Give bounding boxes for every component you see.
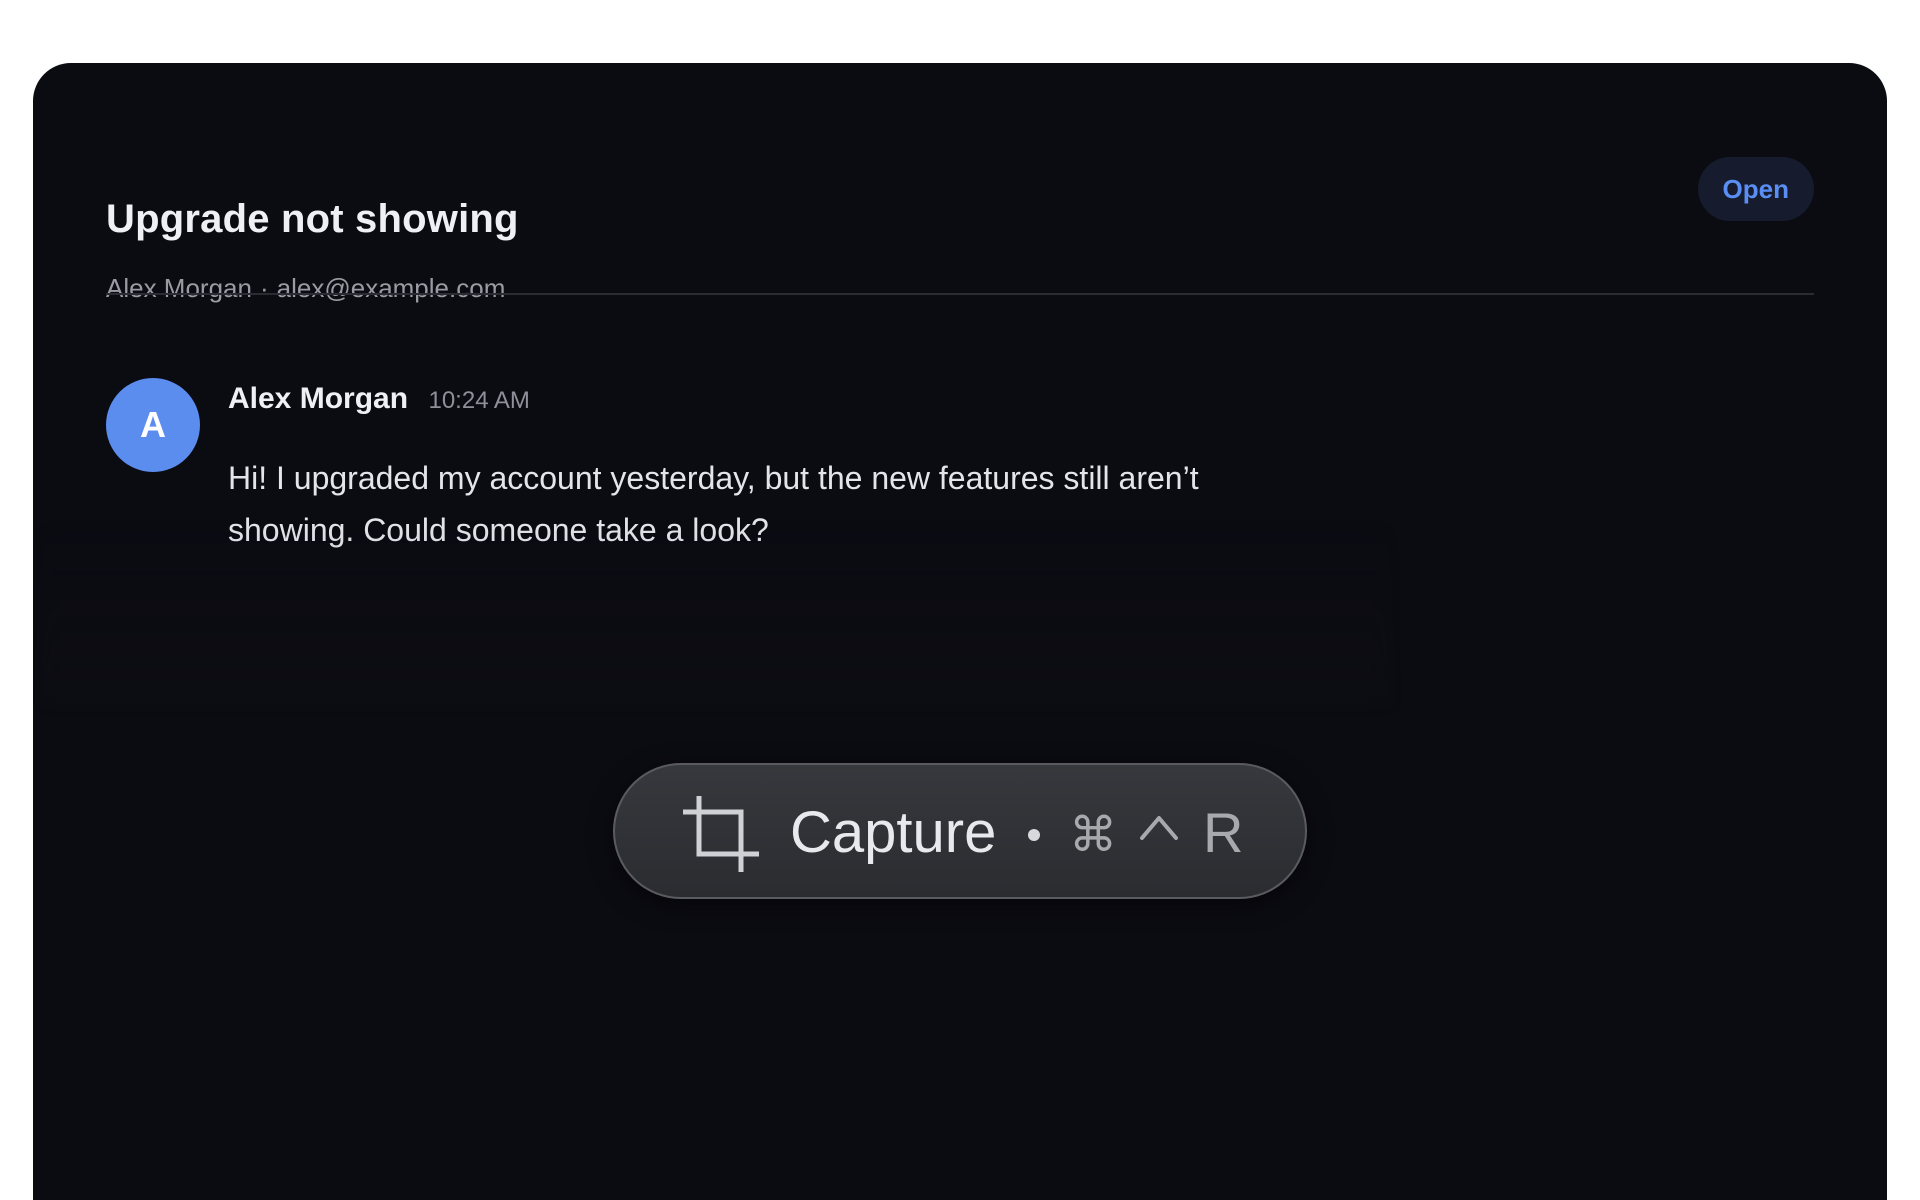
background-shadow-layer (43, 523, 1388, 703)
message-header: Alex Morgan 10:24 AM (228, 382, 530, 416)
customer-email[interactable]: alex@example.com (277, 273, 506, 303)
control-key-icon (1140, 816, 1178, 840)
avatar: A (106, 378, 200, 472)
customer-name: Alex Morgan (106, 273, 252, 303)
status-badge[interactable]: Open (1697, 157, 1814, 221)
header-divider (106, 293, 1814, 295)
message-timestamp: 10:24 AM (428, 387, 530, 414)
command-key-icon: ⌘ (1069, 807, 1117, 863)
shortcut-key-r: R (1203, 801, 1244, 864)
crop-icon (683, 796, 759, 872)
meta-separator: · (259, 273, 269, 303)
ticket-header: Upgrade not showing Alex Morgan · alex@exa… (106, 133, 1814, 303)
sender-name: Alex Morgan (228, 382, 409, 415)
capture-button[interactable]: Capture ⌘ R (613, 763, 1307, 899)
ticket-meta: Alex Morgan · alex@example.com (106, 273, 505, 304)
capture-label: Capture (790, 800, 997, 865)
separator-dot (1028, 829, 1040, 841)
ticket-panel: Upgrade not showing Alex Morgan · alex@exa… (33, 63, 1887, 1200)
ticket-title: Upgrade not showing (106, 197, 519, 241)
